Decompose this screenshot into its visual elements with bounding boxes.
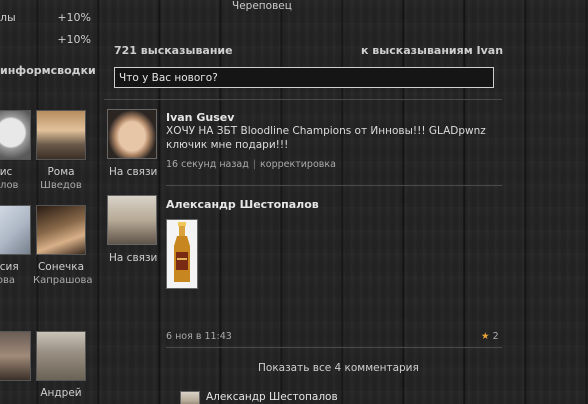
friend-photo[interactable]: [0, 205, 31, 255]
meta-separator: |: [252, 159, 257, 170]
friend-surname[interactable]: Шведов: [33, 179, 89, 192]
friend-item[interactable]: Рома Шведов: [33, 110, 89, 192]
friend-name[interactable]: Андрей: [33, 387, 89, 400]
status-input[interactable]: [114, 67, 494, 88]
divider: [166, 185, 502, 186]
friend-name[interactable]: асия: [0, 261, 34, 274]
friend-surname[interactable]: илов: [0, 179, 34, 192]
friend-item[interactable]: ис илов: [0, 110, 34, 192]
city-label[interactable]: Череповец: [232, 0, 292, 12]
star-icon: ★: [481, 331, 490, 342]
stat-value: +10%: [57, 11, 91, 24]
friend-photo[interactable]: [36, 205, 86, 255]
post-author-avatar[interactable]: [107, 109, 157, 159]
friend-item[interactable]: [0, 331, 34, 387]
friend-photo[interactable]: [36, 110, 86, 160]
stat-row: лы +10%: [0, 9, 95, 27]
post-author-link[interactable]: Ivan Gusev: [166, 111, 234, 124]
section-title[interactable]: информсводки: [0, 64, 96, 77]
stat-value: +10%: [57, 33, 91, 46]
edit-link[interactable]: корректировка: [260, 159, 336, 170]
stat-name: лы: [0, 11, 16, 24]
friend-item[interactable]: асия ова: [0, 205, 34, 287]
friend-photo[interactable]: [36, 331, 86, 381]
all-posts-link[interactable]: к высказываниям Ivan: [361, 44, 503, 57]
friend-name[interactable]: ис: [0, 166, 34, 179]
post-author-link[interactable]: Александр Шестопалов: [166, 198, 319, 211]
wall-count: 721 высказывание: [114, 44, 233, 57]
friend-name[interactable]: Сонечка: [33, 261, 89, 274]
post-author-avatar[interactable]: [107, 195, 157, 245]
comment-author-link[interactable]: Александр Шестопалов: [206, 391, 338, 403]
divider: [166, 347, 502, 348]
friend-photo[interactable]: [0, 110, 31, 160]
like-count: 2: [492, 331, 499, 342]
stat-row: +10%: [0, 31, 95, 49]
friend-item[interactable]: Андрей: [33, 331, 89, 400]
post-meta: 16 секунд назад | корректировка: [166, 159, 336, 170]
post-attached-photo[interactable]: [166, 219, 198, 289]
friend-photo[interactable]: [0, 331, 31, 381]
post-text: ХОЧУ НА ЗБТ Bloodline Champions от Иннов…: [166, 125, 486, 151]
like-button[interactable]: ★ 2: [481, 331, 499, 342]
friend-name[interactable]: Рома: [33, 166, 89, 179]
comment-author-avatar[interactable]: [180, 391, 200, 404]
divider: [104, 99, 502, 100]
online-status: На связи: [109, 252, 158, 264]
show-comments-link[interactable]: Показать все 4 комментария: [258, 362, 419, 374]
post-time[interactable]: 6 ноя в 11:43: [166, 331, 232, 342]
friend-surname[interactable]: ова: [0, 274, 34, 287]
online-status: На связи: [109, 166, 158, 178]
friend-surname[interactable]: Капрашова: [33, 274, 93, 287]
friend-item[interactable]: Сонечка Капрашова: [33, 205, 93, 287]
post-time[interactable]: 16 секунд назад: [166, 159, 249, 170]
bottle-icon: [174, 222, 190, 282]
